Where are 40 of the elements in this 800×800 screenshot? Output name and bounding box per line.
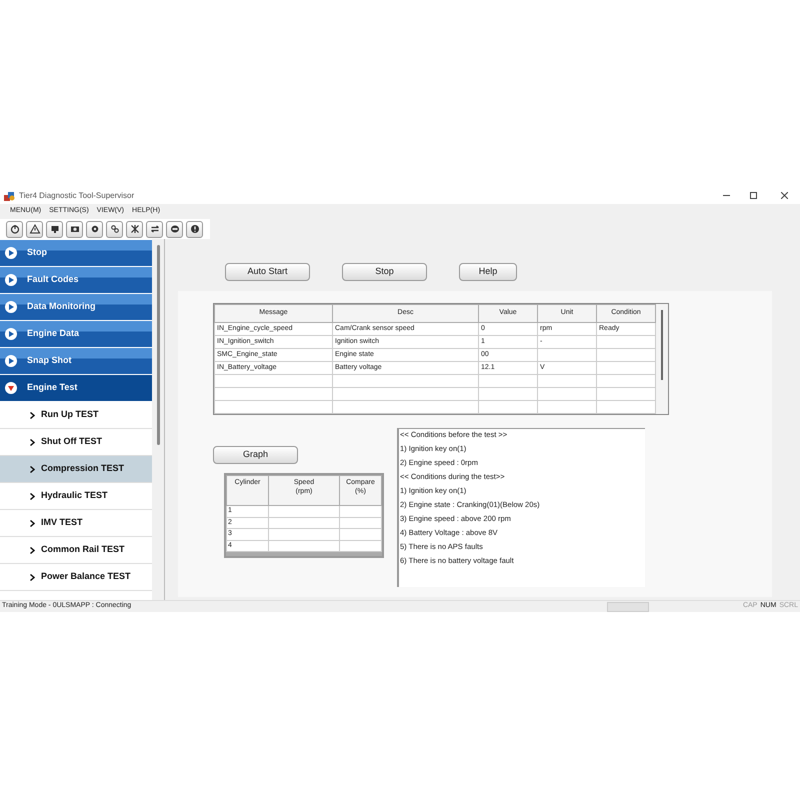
chevron-icon <box>30 412 35 418</box>
chevron-icon <box>30 574 35 580</box>
sidebar-item[interactable]: Engine Data <box>0 321 152 348</box>
chevron-icon <box>30 492 35 500</box>
action-button[interactable]: Help <box>459 263 517 281</box>
sidebar-item[interactable]: Data Monitoring <box>0 294 152 321</box>
badge-icon[interactable] <box>166 220 183 238</box>
chevron-icon <box>30 546 35 554</box>
expand-icon <box>5 328 17 340</box>
warning-icon[interactable] <box>26 220 43 238</box>
sidebar-item[interactable]: Engine Test <box>0 375 152 402</box>
action-button[interactable]: Auto Start <box>225 263 310 281</box>
info-icon[interactable] <box>186 220 203 238</box>
scrollbar-thumb[interactable] <box>156 245 160 445</box>
camera-icon[interactable] <box>66 220 83 238</box>
sidebar-item[interactable]: Fault Codes <box>0 267 152 294</box>
expand-icon <box>5 301 17 313</box>
sidebar-item[interactable]: Snap Shot <box>0 348 152 375</box>
sidebar-item[interactable]: Stop <box>0 240 152 267</box>
maximize-icon[interactable] <box>750 192 757 199</box>
swap-icon[interactable] <box>146 220 163 238</box>
expand-icon <box>5 247 17 259</box>
power-icon[interactable] <box>6 220 23 238</box>
sidebar-subitem[interactable]: Compression TEST <box>0 456 152 483</box>
action-button[interactable]: Stop <box>342 263 427 281</box>
close-icon[interactable] <box>781 192 788 199</box>
tools-icon[interactable] <box>126 220 143 238</box>
link-icon[interactable] <box>106 220 123 238</box>
gear-icon[interactable] <box>86 220 103 238</box>
collapse-icon <box>5 382 17 394</box>
graph-button[interactable]: Graph <box>213 446 298 464</box>
monitor-icon[interactable] <box>46 220 63 238</box>
chevron-icon <box>30 520 35 526</box>
window-title: Tier4 Diagnostic Tool-Supervisor <box>19 190 134 202</box>
expand-icon <box>5 355 17 367</box>
scrollbar-thumb[interactable] <box>661 310 663 380</box>
expand-icon <box>5 274 17 286</box>
chevron-icon <box>30 438 35 446</box>
app-icon <box>4 190 15 200</box>
chevron-icon <box>30 466 35 472</box>
